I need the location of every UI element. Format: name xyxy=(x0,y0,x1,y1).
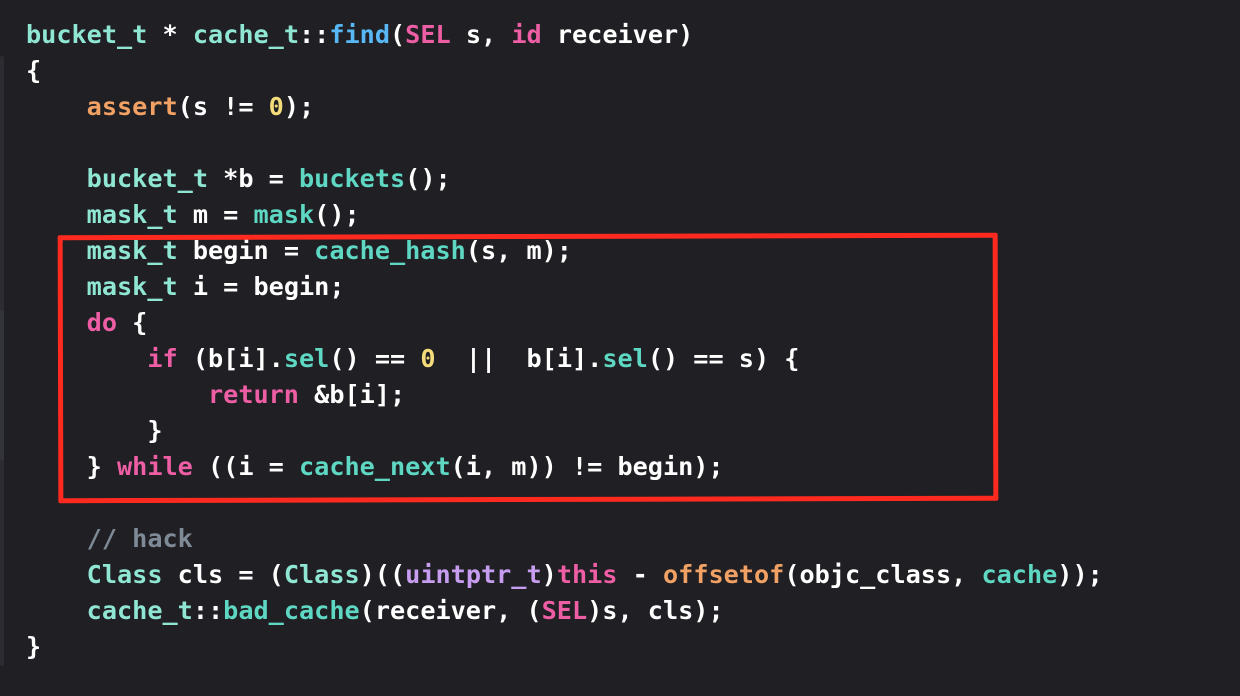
code-line-3[interactable]: assert(s != 0); xyxy=(26,89,1103,125)
code-token: * xyxy=(147,20,193,49)
code-line-7[interactable]: mask_t begin = cache_hash(s, m); xyxy=(26,233,1103,269)
code-token: Class xyxy=(86,560,163,589)
code-token: id xyxy=(511,20,542,49)
code-token: } xyxy=(26,416,163,445)
code-token: *b = xyxy=(208,164,299,193)
code-line-18[interactable]: } xyxy=(26,629,1103,665)
code-token: uintptr_t xyxy=(405,560,542,589)
code-token: (); xyxy=(405,164,451,193)
code-token: cls = ( xyxy=(162,560,284,589)
code-token: mask_t xyxy=(86,236,178,265)
code-block[interactable]: bucket_t * cache_t::find(SEL s, id recei… xyxy=(26,17,1103,665)
code-token: receiver) xyxy=(541,20,694,49)
code-token: (i, m)) != begin); xyxy=(450,452,724,481)
code-token: bucket_t xyxy=(86,164,208,193)
code-token: (receiver, ( xyxy=(359,596,542,625)
code-token: || b[i]. xyxy=(435,344,603,373)
code-line-13[interactable]: } while ((i = cache_next(i, m)) != begin… xyxy=(26,449,1103,485)
code-line-11[interactable]: return &b[i]; xyxy=(26,377,1103,413)
fold-indicator xyxy=(0,310,4,460)
code-token: offsetof xyxy=(662,560,785,589)
code-token: )(( xyxy=(359,560,406,589)
code-token: mask xyxy=(253,200,315,229)
code-editor[interactable]: bucket_t * cache_t::find(SEL s, id recei… xyxy=(0,0,1240,696)
code-token: find xyxy=(329,20,390,49)
code-token: // hack xyxy=(86,524,193,553)
code-token: (b[i]. xyxy=(177,344,284,373)
code-token: while xyxy=(117,452,193,481)
code-token: )s, cls); xyxy=(587,596,724,625)
code-token: :: xyxy=(298,20,330,49)
code-token: (); xyxy=(314,200,360,229)
code-line-6[interactable]: mask_t m = mask(); xyxy=(26,197,1103,233)
code-token: () == xyxy=(329,344,421,373)
code-token: cache_next xyxy=(298,452,451,481)
code-token: () == s) { xyxy=(647,344,800,373)
code-token: if xyxy=(147,344,178,373)
code-line-1[interactable]: bucket_t * cache_t::find(SEL s, id recei… xyxy=(26,17,1103,53)
code-line-16[interactable]: Class cls = (Class)((uintptr_t)this - of… xyxy=(26,557,1103,593)
code-token: - xyxy=(617,560,663,589)
code-line-15[interactable]: // hack xyxy=(26,521,1103,557)
code-line-2[interactable]: { xyxy=(26,53,1103,89)
code-token: cache_t xyxy=(86,596,193,625)
code-token: this xyxy=(556,560,618,589)
code-token: s, xyxy=(450,20,512,49)
code-line-9[interactable]: do { xyxy=(26,305,1103,341)
code-token: ); xyxy=(283,92,315,121)
code-token: Class xyxy=(283,560,360,589)
code-token: { xyxy=(117,308,148,337)
code-token: :: xyxy=(192,596,224,625)
code-token: 0 xyxy=(420,344,436,373)
code-token: SEL xyxy=(541,596,588,625)
code-token: } xyxy=(26,452,117,481)
code-token: (s, m); xyxy=(465,236,572,265)
code-token: ( xyxy=(390,20,406,49)
code-line-17[interactable]: cache_t::bad_cache(receiver, (SEL)s, cls… xyxy=(26,593,1103,629)
code-token: } xyxy=(26,632,42,661)
code-token: i = begin; xyxy=(177,272,345,301)
code-line-12[interactable]: } xyxy=(26,413,1103,449)
code-token: assert xyxy=(86,92,178,121)
code-token: mask_t xyxy=(86,272,178,301)
code-token: bad_cache xyxy=(223,596,360,625)
code-token: m = xyxy=(177,200,254,229)
code-token: 0 xyxy=(268,92,284,121)
code-token: bucket_t xyxy=(26,20,148,49)
code-token: do xyxy=(86,308,118,337)
code-token: return xyxy=(207,380,299,409)
code-token: SEL xyxy=(405,20,451,49)
code-token: cache xyxy=(981,560,1058,589)
code-token: ) xyxy=(541,560,557,589)
code-token: { xyxy=(26,56,42,85)
code-line-14[interactable] xyxy=(26,485,1103,521)
code-line-10[interactable]: if (b[i].sel() == 0 || b[i].sel() == s) … xyxy=(26,341,1103,377)
code-line-8[interactable]: mask_t i = begin; xyxy=(26,269,1103,305)
code-token: (objc_class, xyxy=(784,560,982,589)
code-token: sel xyxy=(602,344,648,373)
code-token: (s != xyxy=(177,92,269,121)
code-line-4[interactable] xyxy=(26,125,1103,161)
code-token: &b[i]; xyxy=(298,380,406,409)
code-token: ((i = xyxy=(192,452,299,481)
code-line-5[interactable]: bucket_t *b = buckets(); xyxy=(26,161,1103,197)
code-token: buckets xyxy=(299,164,406,193)
code-token: sel xyxy=(283,344,330,373)
code-token: cache_hash xyxy=(314,236,466,265)
code-token: mask_t xyxy=(86,200,178,229)
code-token: )); xyxy=(1057,560,1103,589)
code-token: begin = xyxy=(177,236,315,265)
code-token: cache_t xyxy=(192,20,299,49)
